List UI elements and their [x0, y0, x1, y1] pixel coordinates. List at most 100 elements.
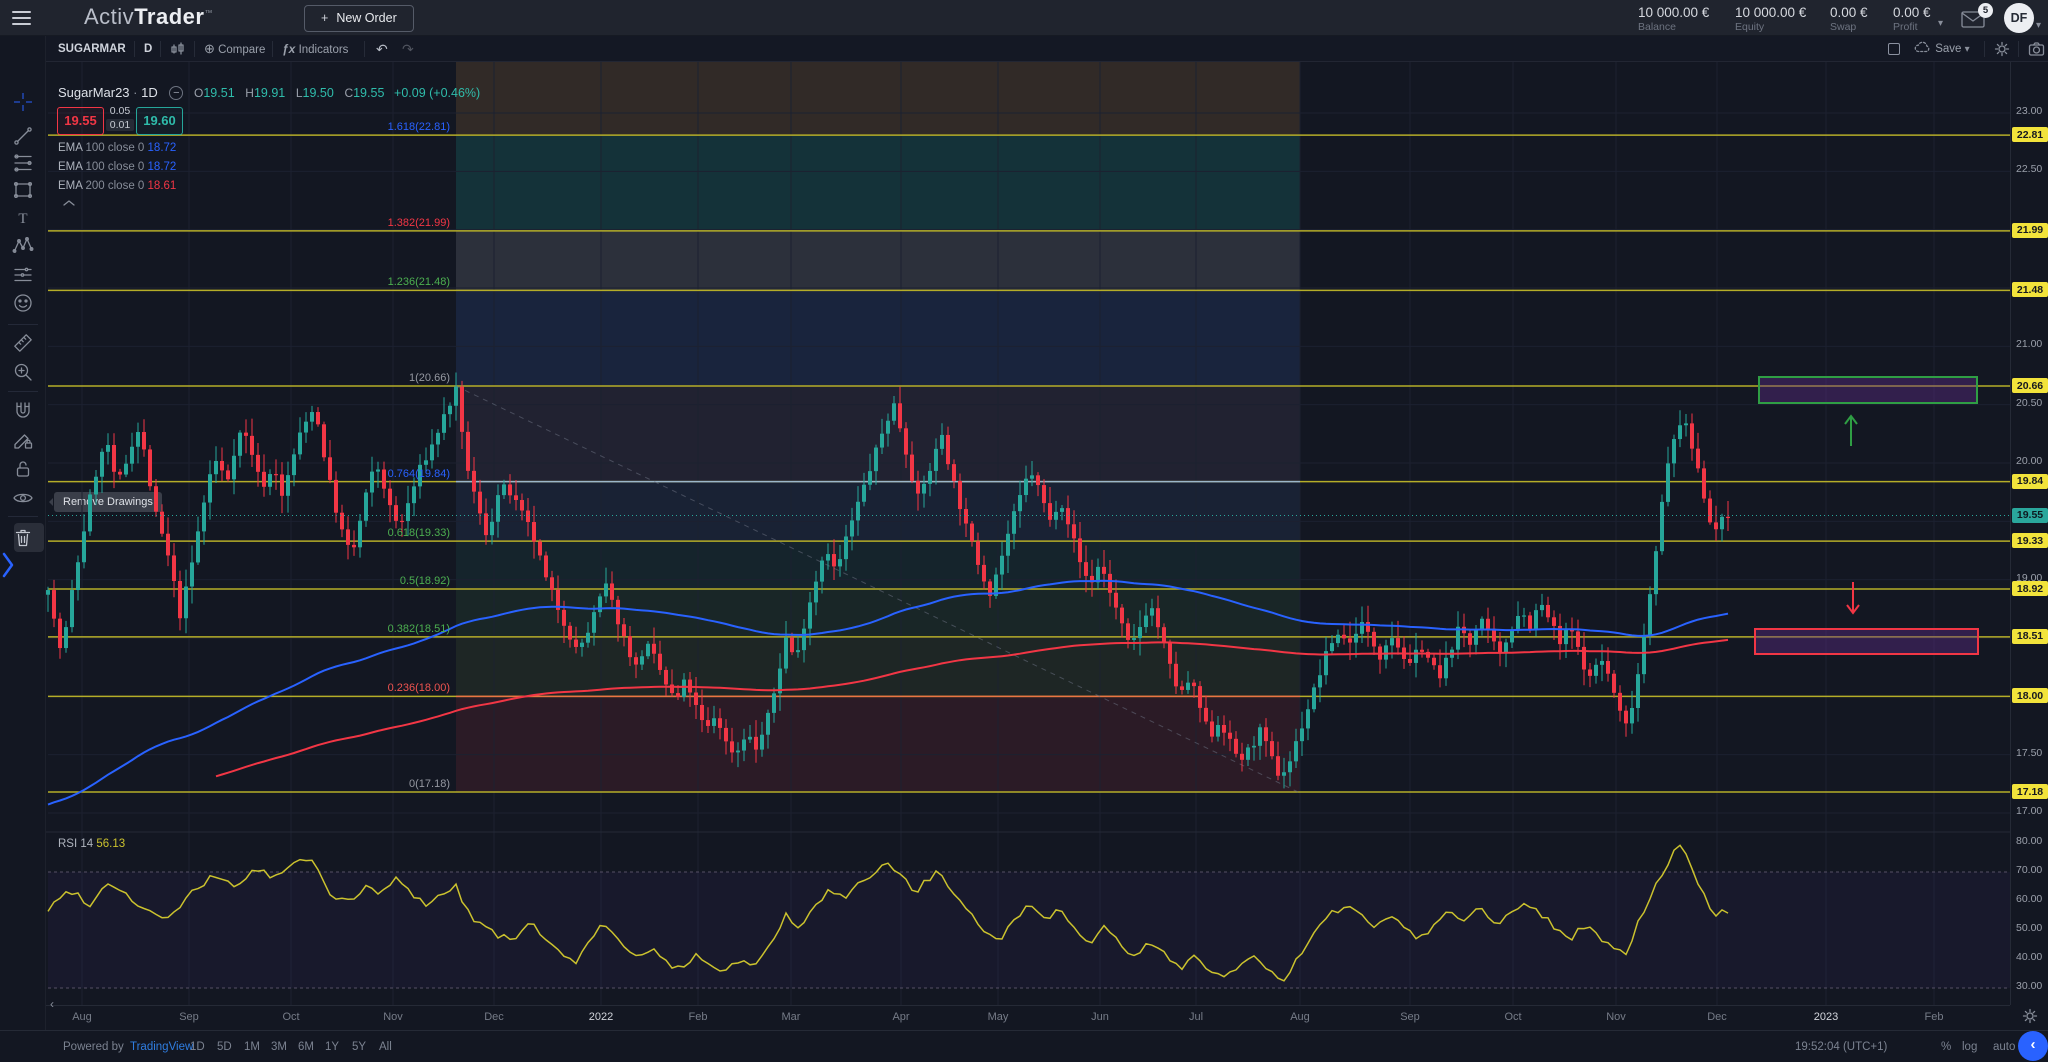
tradingview-link[interactable]: TradingView — [130, 1031, 193, 1062]
chart-toolbar: SUGARMAR23 D ⊕ Compare ƒx Indicators ↶ ↷… — [46, 36, 2048, 62]
fib-level-label: 0.236(18.00) — [0, 682, 450, 694]
collapse-panel-button[interactable]: ‹ — [2018, 1031, 2048, 1061]
fib-price-label: 20.66 — [2012, 378, 2048, 393]
drawing-mode-tool-icon[interactable] — [12, 429, 34, 451]
settings-gear-icon[interactable] — [1994, 41, 2010, 57]
equity-value: 10 000.00 € — [1735, 5, 1806, 20]
powered-by-label: Powered by — [63, 1031, 124, 1062]
fib-level-label: 1.382(21.99) — [0, 217, 450, 229]
legend-collapse-icon[interactable]: − — [169, 86, 183, 100]
indicators-label: Indicators — [299, 44, 349, 56]
pane-collapse-icon[interactable]: ‹ — [46, 994, 58, 1014]
price-axis-label: 23.00 — [2016, 105, 2042, 117]
new-order-label: New Order — [336, 11, 396, 25]
percent-scale-button[interactable]: % — [1941, 1031, 1951, 1062]
price-axis-label: 22.50 — [2016, 163, 2042, 175]
fib-level-label: 1(20.66) — [0, 372, 450, 384]
menu-icon[interactable] — [12, 11, 31, 25]
profit-value: 0.00 € — [1893, 5, 1931, 20]
range-button-1m[interactable]: 1M — [244, 1031, 260, 1062]
bottom-bar: Powered by TradingView 19:52:04 (UTC+1) … — [0, 1030, 2048, 1062]
logo-text-trader: Trader — [134, 4, 204, 29]
swap-value: 0.00 € — [1830, 5, 1868, 20]
undo-icon[interactable]: ↶ — [376, 36, 388, 62]
buy-button[interactable]: 19.60 — [136, 107, 183, 135]
low-value: 19.50 — [303, 86, 334, 100]
range-button-5y[interactable]: 5Y — [352, 1031, 366, 1062]
legend-symbol[interactable]: SugarMar23 — [58, 85, 130, 100]
range-button-1d[interactable]: 1D — [190, 1031, 205, 1062]
time-axis-label: Nov — [383, 1011, 403, 1023]
indicators-button[interactable]: ƒx Indicators — [282, 36, 348, 62]
redo-icon[interactable]: ↷ — [402, 36, 414, 62]
mail-badge: 5 — [1978, 3, 1993, 18]
equity-label: Equity — [1735, 21, 1806, 33]
candle-style-icon[interactable] — [170, 41, 186, 57]
range-button-all[interactable]: All — [379, 1031, 392, 1062]
fib-price-label: 19.84 — [2012, 474, 2048, 489]
time-axis-label: Dec — [1707, 1011, 1727, 1023]
range-button-6m[interactable]: 6M — [298, 1031, 314, 1062]
rsi-legend[interactable]: RSI 14 56.13 — [58, 838, 125, 850]
rectangle-tool-icon[interactable] — [12, 179, 34, 201]
swap-label: Swap — [1830, 21, 1868, 33]
current-price-label: 19.55 — [2012, 508, 2048, 523]
time-axis-label: May — [988, 1011, 1009, 1023]
compare-button[interactable]: ⊕ Compare — [204, 36, 265, 62]
chart-legend: SugarMar23 · 1D − O19.51 H19.91 L19.50 C… — [58, 85, 480, 100]
camera-icon[interactable] — [2028, 41, 2045, 57]
panel-expand-icon[interactable] — [0, 550, 16, 580]
fib-price-label: 21.99 — [2012, 223, 2048, 238]
magnet-tool-icon[interactable] — [12, 400, 34, 422]
cloud-icon — [1914, 41, 1932, 53]
save-label: Save — [1935, 43, 1961, 55]
fib-level-label: 0(17.18) — [0, 778, 450, 790]
clock: 19:52:04 (UTC+1) — [1795, 1031, 1887, 1062]
time-axis-label: Jun — [1091, 1011, 1109, 1023]
pattern-tool-icon[interactable] — [12, 235, 34, 257]
rsi-value: 56.13 — [96, 838, 125, 850]
log-scale-button[interactable]: log — [1962, 1031, 1977, 1062]
avatar[interactable]: DF — [2004, 3, 2034, 33]
save-button[interactable]: Save ▾ — [1914, 36, 1970, 62]
equity-group: 10 000.00 € Equity — [1735, 5, 1806, 33]
spread-value: 0.05 — [106, 105, 134, 117]
profit-caret-icon[interactable]: ▾ — [1938, 18, 1943, 29]
range-button-5d[interactable]: 5D — [217, 1031, 232, 1062]
indicator-row-ema100b[interactable]: EMA 100 close 0 18.72 — [58, 161, 176, 173]
time-axis[interactable]: AugSepOctNovDec2022FebMarAprMayJunJulAug… — [46, 1005, 2010, 1030]
indicator-row-ema100[interactable]: EMA 100 close 0 18.72 — [58, 142, 176, 154]
trading-app: ActivTrader™ +New Order 10 000.00 € Bala… — [0, 0, 2048, 1062]
price-axis[interactable]: 23.0022.5021.0020.5020.0019.0017.5017.00… — [2010, 62, 2048, 1005]
fib-level-label: 0.5(18.92) — [0, 575, 450, 587]
fib-retracement-tool-icon[interactable] — [12, 152, 34, 174]
time-axis-label: Oct — [282, 1011, 299, 1023]
open-value: 19.51 — [203, 86, 234, 100]
indicator-row-ema200[interactable]: EMA 200 close 0 18.61 — [58, 180, 176, 192]
interval-button[interactable]: D — [144, 36, 152, 62]
symbol-search[interactable]: SUGARMAR23 — [58, 36, 126, 62]
balance-group: 10 000.00 € Balance — [1638, 5, 1709, 33]
new-order-button[interactable]: + New Order — [304, 5, 414, 32]
measure-tool-icon[interactable] — [12, 332, 34, 354]
legend-collapse-chevron-icon[interactable] — [58, 196, 80, 210]
emoji-tool-icon[interactable] — [12, 292, 34, 314]
profit-group: 0.00 € Profit — [1893, 5, 1931, 33]
legend-interval: 1D — [141, 85, 158, 100]
fullscreen-icon[interactable] — [1888, 43, 1900, 55]
hide-drawings-tool-icon[interactable] — [12, 487, 34, 509]
sell-button[interactable]: 19.55 — [57, 107, 104, 135]
avatar-caret-icon[interactable]: ▾ — [2036, 20, 2041, 31]
time-axis-label: Nov — [1606, 1011, 1626, 1023]
range-button-1y[interactable]: 1Y — [325, 1031, 339, 1062]
close-value: 19.55 — [353, 86, 384, 100]
range-button-3m[interactable]: 3M — [271, 1031, 287, 1062]
time-axis-label: Oct — [1504, 1011, 1521, 1023]
axis-settings-gear-icon[interactable] — [2022, 1008, 2038, 1024]
auto-scale-button[interactable]: auto — [1993, 1031, 2015, 1062]
plus-icon: + — [321, 11, 328, 25]
rsi-axis-label: 30.00 — [2016, 980, 2042, 992]
time-axis-label: 2023 — [1814, 1011, 1838, 1023]
price-axis-label: 17.00 — [2016, 805, 2042, 817]
crosshair-tool-icon[interactable] — [12, 91, 34, 113]
